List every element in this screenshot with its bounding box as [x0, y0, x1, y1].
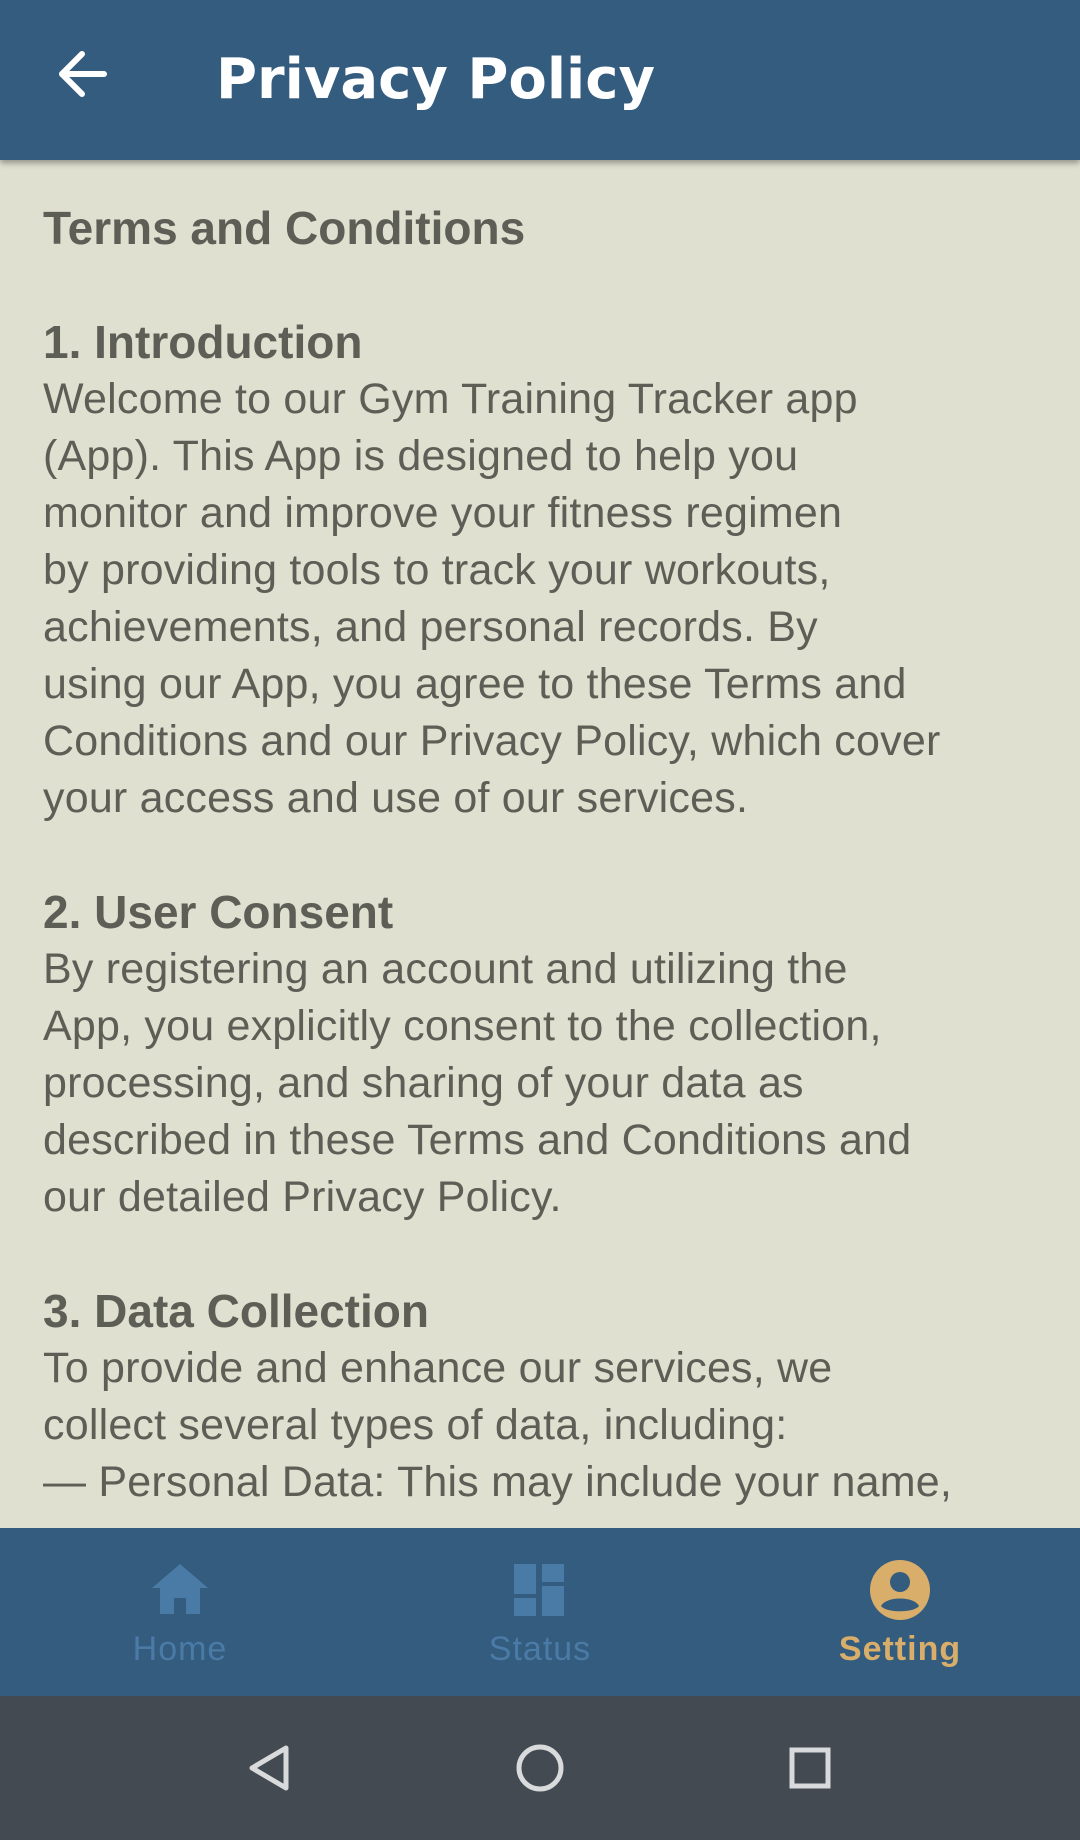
- section-heading: 1. Introduction: [43, 316, 363, 368]
- system-home-button[interactable]: [508, 1736, 572, 1800]
- back-triangle-icon: [242, 1740, 298, 1796]
- system-recents-button[interactable]: [778, 1736, 842, 1800]
- section-heading: 3. Data Collection: [43, 1285, 429, 1337]
- section-text-line: Welcome to our Gym Training Tracker app: [43, 375, 858, 423]
- section-text-line: By registering an account and utilizing …: [43, 945, 848, 993]
- nav-item-status[interactable]: Status: [360, 1528, 720, 1696]
- nav-item-setting[interactable]: Setting: [720, 1528, 1080, 1696]
- nav-label-home: Home: [132, 1630, 228, 1668]
- home-icon: [148, 1558, 212, 1622]
- section-user-consent: 2. User Consent By registering an accoun…: [43, 884, 1040, 1226]
- section-text-line: Conditions and our Privacy Policy, which…: [43, 717, 941, 765]
- arrow-back-icon: [54, 46, 110, 102]
- home-circle-icon: [512, 1740, 568, 1796]
- page-title: Privacy Policy: [216, 47, 655, 112]
- section-text-line: To provide and enhance our services, we: [43, 1344, 833, 1392]
- nav-item-home[interactable]: Home: [0, 1528, 360, 1696]
- section-text-line: achievements, and personal records. By: [43, 603, 818, 651]
- section-text-line: using our App, you agree to these Terms …: [43, 660, 907, 708]
- section-text-line: our detailed Privacy Policy.: [43, 1173, 562, 1221]
- section-data-collection: 3. Data Collection To provide and enhanc…: [43, 1283, 1040, 1511]
- recents-square-icon: [782, 1740, 838, 1796]
- system-back-button[interactable]: [238, 1736, 302, 1800]
- section-text-line: monitor and improve your fitness regimen: [43, 489, 843, 537]
- section-introduction: 1. Introduction Welcome to our Gym Train…: [43, 314, 1040, 827]
- dashboard-icon: [508, 1558, 572, 1622]
- nav-label-setting: Setting: [838, 1630, 962, 1668]
- nav-label-status: Status: [488, 1630, 592, 1668]
- policy-content[interactable]: Terms and Conditions 1. Introduction Wel…: [0, 160, 1080, 1528]
- document-title: Terms and Conditions: [43, 202, 526, 254]
- bottom-navigation: Home Status Setting: [0, 1528, 1080, 1696]
- app-root: Privacy Policy Terms and Conditions 1. I…: [0, 0, 1080, 1840]
- section-text-line: by providing tools to track your workout…: [43, 546, 831, 594]
- section-text-line: your access and use of our services.: [43, 774, 749, 822]
- section-text-line: — Personal Data: This may include your n…: [43, 1458, 953, 1506]
- section-heading: 2. User Consent: [43, 886, 394, 938]
- top-app-bar: Privacy Policy: [0, 0, 1080, 160]
- section-text-line: App, you explicitly consent to the colle…: [43, 1002, 882, 1050]
- section-text-line: (App). This App is designed to help you: [43, 432, 799, 480]
- section-text-line: collect several types of data, including…: [43, 1401, 788, 1449]
- back-button[interactable]: [40, 32, 124, 116]
- system-navigation-bar: [0, 1696, 1080, 1840]
- section-text-line: processing, and sharing of your data as: [43, 1059, 804, 1107]
- account-circle-icon: [868, 1558, 932, 1622]
- section-text-line: described in these Terms and Conditions …: [43, 1116, 912, 1164]
